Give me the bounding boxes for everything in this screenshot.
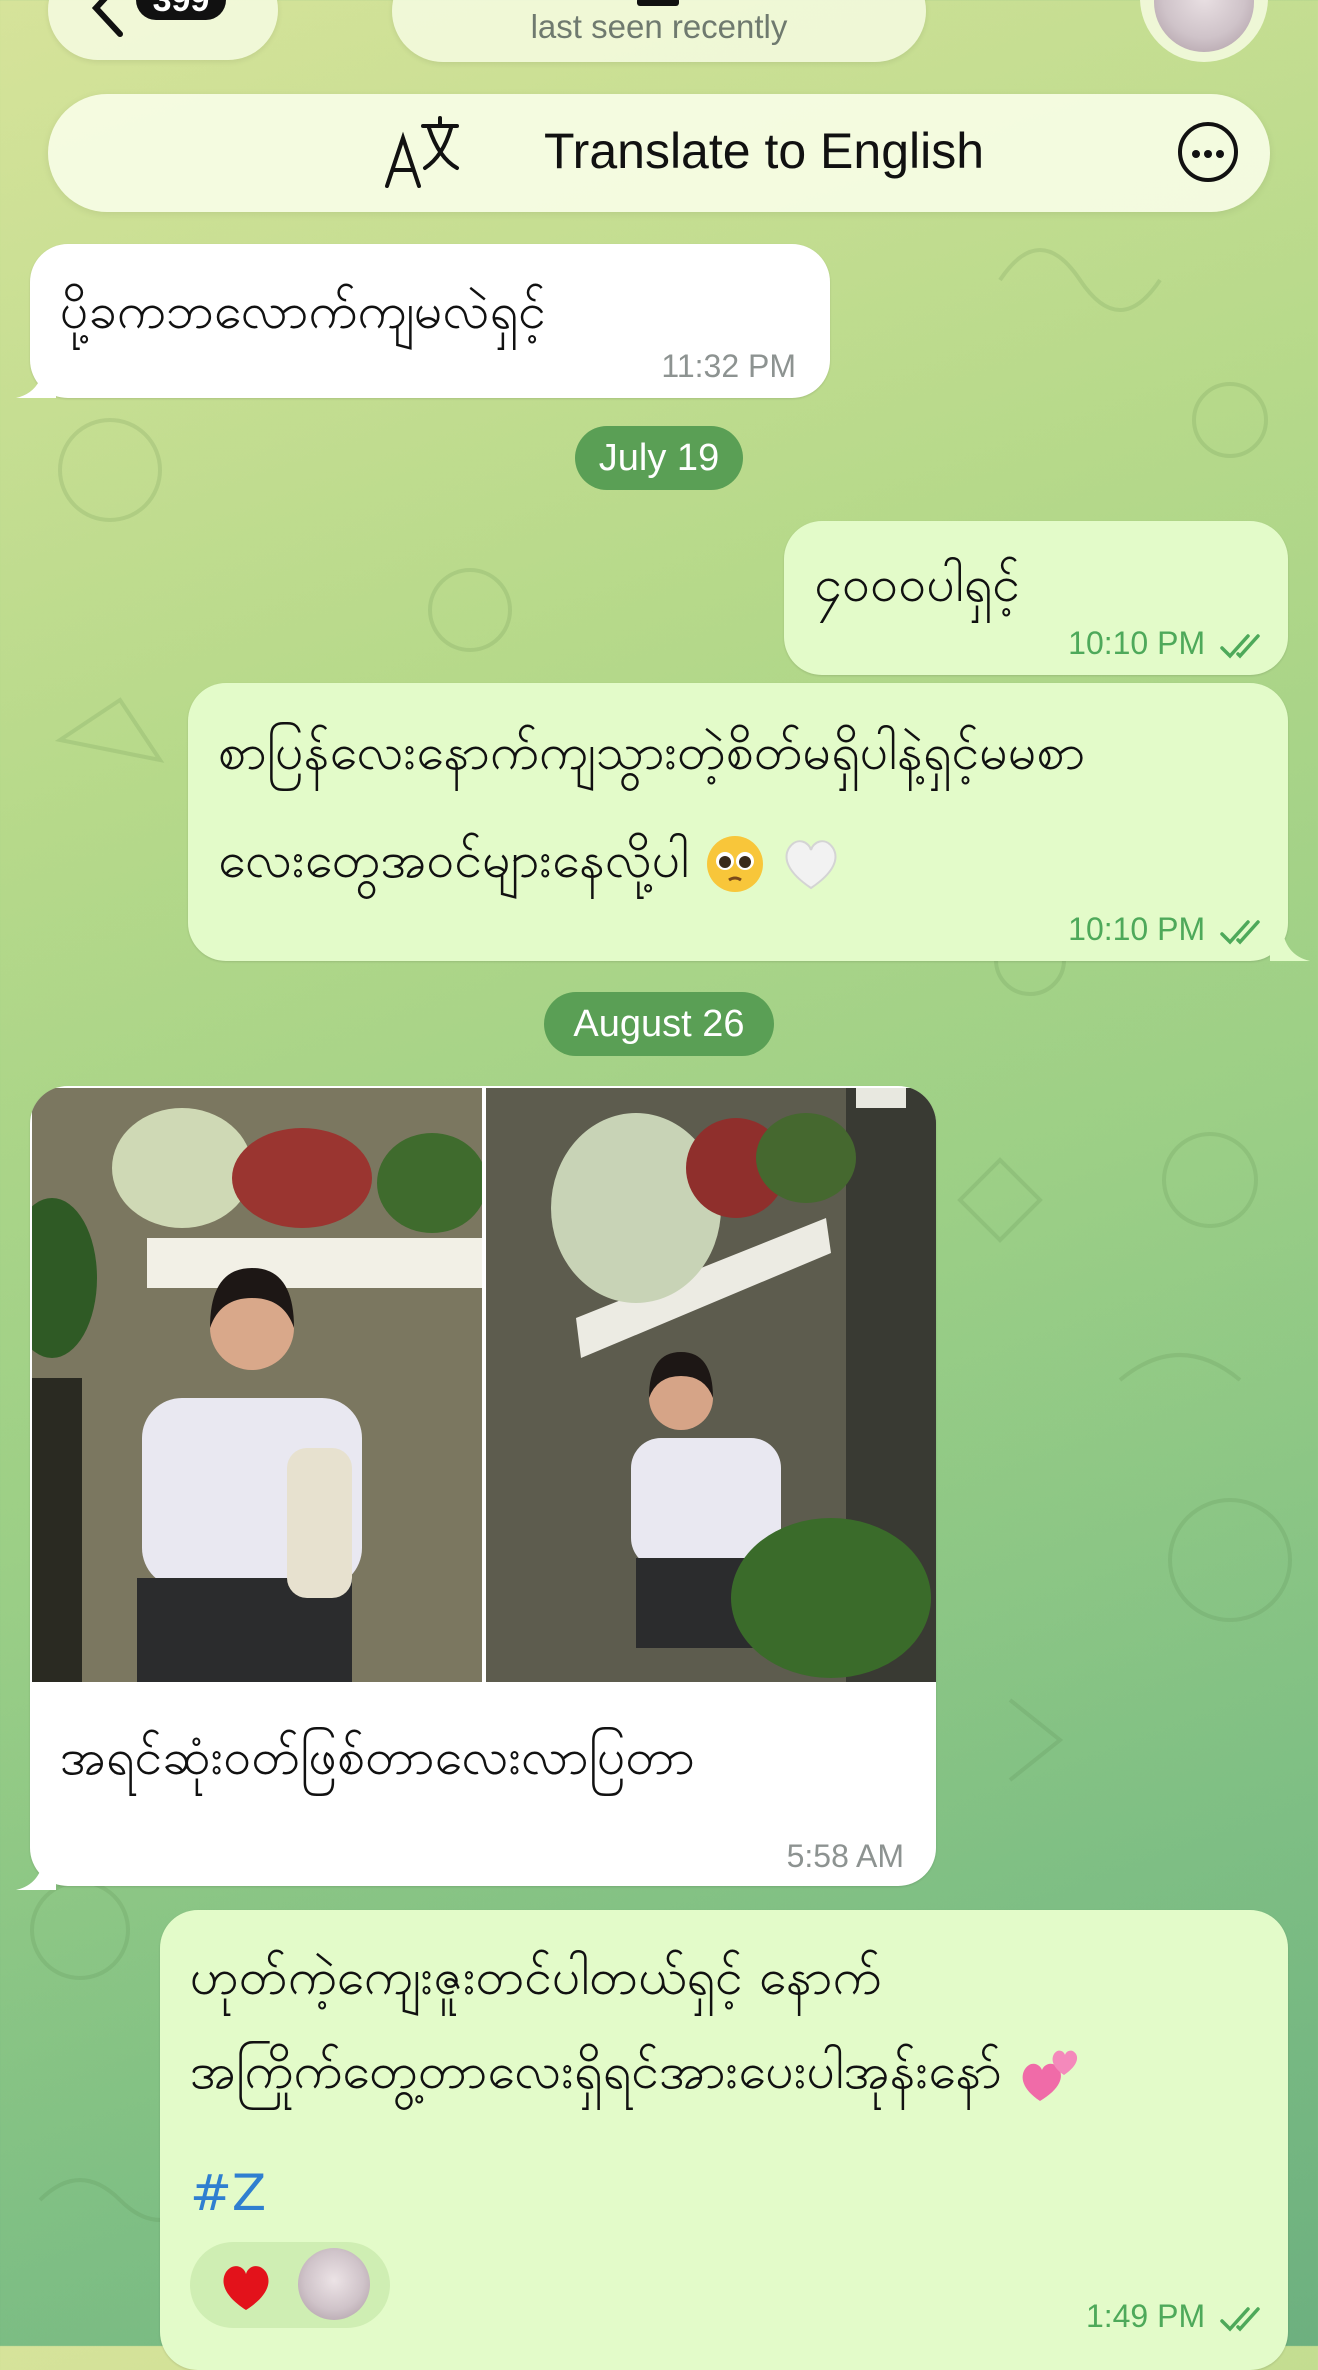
white-heart-emoji bbox=[785, 839, 837, 889]
photo-left[interactable] bbox=[32, 1088, 482, 1682]
contact-avatar-button[interactable] bbox=[1140, 0, 1268, 62]
contact-name-fragment bbox=[637, 0, 679, 6]
bubble-tail bbox=[16, 1854, 56, 1890]
message-text: ၄၀၀၀ပါရှင့် bbox=[814, 555, 1021, 613]
translate-icon bbox=[385, 116, 459, 188]
message-text-line: အကြိုက်တွေ့တာလေးရှိရင်အားပေးပါအုန်းနော် bbox=[190, 2040, 1080, 2113]
message-bubble-outgoing[interactable]: စာပြန်လေးနောက်ကျသွားတဲ့စိတ်မရှိပါနဲ့ရှင့… bbox=[188, 683, 1288, 961]
double-check-icon bbox=[1220, 919, 1260, 945]
message-text: ပို့ခကဘလောက်ကျမလဲရှင့် bbox=[60, 282, 546, 340]
double-check-icon bbox=[1220, 2306, 1260, 2332]
date-separator: August 26 bbox=[544, 992, 774, 1056]
message-text-line: ဟုတ်ကဲ့ကျေးဇူးတင်ပါတယ်ရှင့် နောက် bbox=[190, 1948, 882, 2006]
message-bubble-outgoing[interactable]: ဟုတ်ကဲ့ကျေးဇူးတင်ပါတယ်ရှင့် နောက် အကြိုက… bbox=[160, 1910, 1288, 2370]
bubble-tail bbox=[16, 362, 56, 398]
message-time: 10:10 PM bbox=[1068, 911, 1264, 948]
red-heart-reaction bbox=[223, 2266, 269, 2310]
message-bubble-incoming[interactable]: ပို့ခကဘလောက်ကျမလဲရှင့် 11:32 PM bbox=[30, 244, 830, 398]
unread-count-badge: 399 bbox=[136, 0, 226, 20]
translate-bar[interactable]: Translate to English bbox=[48, 94, 1270, 212]
translate-label: Translate to English bbox=[544, 123, 985, 179]
message-bubble-outgoing[interactable]: ၄၀၀၀ပါရှင့် 10:10 PM bbox=[784, 521, 1288, 675]
message-time: 1:49 PM bbox=[1086, 2298, 1264, 2335]
chevron-left-icon bbox=[88, 0, 128, 47]
message-time: 10:10 PM bbox=[1068, 625, 1264, 662]
avatar bbox=[1154, 0, 1254, 52]
back-button[interactable]: 399 bbox=[48, 0, 278, 60]
date-separator: July 19 bbox=[575, 426, 743, 490]
message-text-line: စာပြန်လေးနောက်ကျသွားတဲ့စိတ်မရှိပါနဲ့ရှင့… bbox=[218, 723, 1086, 781]
two-hearts-emoji bbox=[1022, 2050, 1077, 2101]
photo-right[interactable] bbox=[486, 1088, 936, 1682]
photo-caption: အရင်ဆုံးဝတ်ဖြစ်တာလေးလာပြတာ bbox=[60, 1728, 695, 1786]
hashtag-link[interactable]: #Z bbox=[190, 2164, 266, 2222]
pleading-face-emoji bbox=[706, 835, 763, 892]
more-circle-icon[interactable] bbox=[1178, 122, 1238, 182]
chat-title-pill[interactable]: last seen recently bbox=[392, 0, 926, 62]
message-time: 5:58 AM bbox=[786, 1838, 904, 1874]
message-text-line: လေးတွေအဝင်များနေလို့ပါ bbox=[218, 829, 841, 902]
double-check-icon bbox=[1220, 633, 1260, 659]
last-seen-status: last seen recently bbox=[530, 8, 788, 45]
reactor-avatar bbox=[298, 2248, 370, 2320]
message-time: 11:32 PM bbox=[661, 348, 796, 384]
reaction-pill[interactable] bbox=[190, 2242, 390, 2328]
bubble-tail bbox=[1270, 925, 1310, 961]
photo-message-incoming[interactable]: အရင်ဆုံးဝတ်ဖြစ်တာလေးလာပြတာ 5:58 AM bbox=[30, 1086, 936, 1886]
